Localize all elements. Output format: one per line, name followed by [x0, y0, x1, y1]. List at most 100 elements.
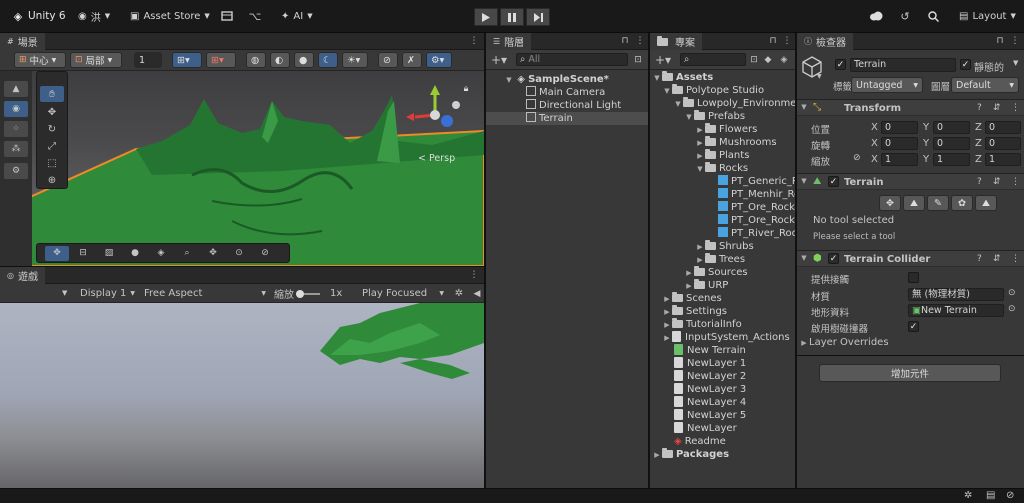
- tab-game[interactable]: ◎ 遊戲: [0, 267, 45, 284]
- terrain-tool-button[interactable]: ▲: [4, 81, 28, 97]
- tree-trees[interactable]: ▶ Trees: [695, 253, 745, 266]
- provides-contacts-checkbox[interactable]: [908, 272, 919, 283]
- filter-type-icon[interactable]: ⊡: [748, 53, 760, 66]
- more-options-icon[interactable]: ⋮: [470, 35, 479, 47]
- panel-divider[interactable]: [0, 266, 484, 267]
- bug-icon[interactable]: ✲: [964, 490, 972, 501]
- scale-z-field[interactable]: 1: [985, 153, 1021, 166]
- check-circle-icon[interactable]: ⊘: [1006, 490, 1014, 501]
- tree-layer[interactable]: NewLayer 4: [674, 396, 746, 409]
- draw-mode-shaded-button[interactable]: ◍: [246, 52, 266, 68]
- tab-scene[interactable]: # 場景: [0, 33, 45, 50]
- tree-tutorialinfo[interactable]: ▶ TutorialInfo: [662, 318, 742, 331]
- tree-layer[interactable]: NewLayer 1: [674, 357, 746, 370]
- tree-rocks[interactable]: ▼ Rocks: [695, 162, 748, 175]
- add-component-button[interactable]: 增加元件: [819, 364, 1001, 382]
- component-menu-icon[interactable]: ⋮: [1011, 177, 1020, 187]
- material-field[interactable]: 無 (物理材質): [908, 288, 1004, 301]
- tag-dropdown[interactable]: Untagged ▼: [851, 77, 923, 93]
- scene-viewport[interactable]: < Persp 🔒︎ ✋︎ ✥ ↻ ⤢ ⬚ ⊕ ✥ ⊟ ▨ ● ◈ ⌕ ✥ ⊙ …: [32, 71, 484, 266]
- tree-new-terrain[interactable]: New Terrain: [674, 344, 746, 357]
- more-options-icon[interactable]: ⋮: [1011, 35, 1020, 47]
- pivot-dropdown[interactable]: ⊞ 中心 ▼: [14, 52, 66, 68]
- tree-mushrooms[interactable]: ▶ Mushrooms: [695, 136, 777, 149]
- filter-icon[interactable]: ⊡: [632, 53, 644, 66]
- component-menu-icon[interactable]: ⋮: [1011, 254, 1020, 264]
- smooth-icon[interactable]: ▨: [97, 246, 121, 261]
- view-tool-button[interactable]: ◉: [4, 101, 28, 117]
- play-button[interactable]: [474, 8, 498, 26]
- rotation-y-field[interactable]: 0: [933, 137, 970, 150]
- transform-header[interactable]: ▼ ⤡ Transform ? ⇵ ⋮: [797, 99, 1024, 116]
- detail-tool-button[interactable]: ⁂: [4, 141, 28, 157]
- paint-details-icon[interactable]: ⛰︎: [975, 195, 997, 211]
- persp-label[interactable]: < Persp: [418, 153, 455, 164]
- tree-flowers[interactable]: ▶ Flowers: [695, 123, 757, 136]
- hierarchy-search-input[interactable]: ⌕ All: [516, 53, 628, 66]
- search-icon[interactable]: [926, 9, 940, 23]
- active-checkbox[interactable]: ✓: [835, 59, 846, 70]
- lock-icon[interactable]: ⊓: [995, 35, 1005, 47]
- version-control-icon[interactable]: ⌥: [248, 10, 262, 23]
- paint-texture-icon[interactable]: ✎: [927, 195, 949, 211]
- move-icon[interactable]: ✥: [201, 246, 225, 261]
- chevron-down-icon[interactable]: ▼: [1013, 59, 1018, 67]
- panel-divider[interactable]: [648, 33, 650, 488]
- help-icon[interactable]: ?: [977, 254, 982, 264]
- asset-store-button[interactable]: ▣ Asset Store ▼: [124, 6, 216, 26]
- position-y-field[interactable]: 0: [933, 121, 970, 134]
- hand-tool-button[interactable]: ✋︎: [40, 86, 64, 102]
- tab-hierarchy[interactable]: ☰ 階層: [486, 33, 532, 50]
- tree-rock-item[interactable]: PT_River_Rock: [718, 227, 795, 240]
- paint-holes-icon[interactable]: ⊟: [71, 246, 95, 261]
- effects-button[interactable]: ☀▾: [342, 52, 368, 68]
- terrain-collider-header[interactable]: ▼ ⬢ ✓ Terrain Collider ? ⇵ ⋮: [797, 250, 1024, 267]
- panel-divider[interactable]: [795, 33, 797, 488]
- rotate-tool-button[interactable]: ↻: [40, 122, 64, 137]
- step-button[interactable]: [526, 8, 550, 26]
- tree-sources[interactable]: ▶ Sources: [684, 266, 748, 279]
- favorite-icon[interactable]: ◈: [778, 53, 790, 66]
- scale-y-field[interactable]: 1: [933, 153, 970, 166]
- filter-label-icon[interactable]: ◆: [762, 53, 774, 66]
- create-neighbor-icon[interactable]: ✥: [879, 195, 901, 211]
- raise-lower-icon[interactable]: ⛰︎: [903, 195, 925, 211]
- fx-toggle-button[interactable]: ✗: [402, 52, 422, 68]
- game-viewport[interactable]: [0, 303, 484, 488]
- more-options-icon[interactable]: ⋮: [783, 35, 792, 47]
- rect-tool-button[interactable]: ⬚: [40, 156, 64, 171]
- display-dropdown[interactable]: Display 1 ▼: [80, 286, 138, 301]
- scene-row[interactable]: ▼ ◈ SampleScene*: [504, 73, 644, 86]
- rotation-x-field[interactable]: 0: [881, 137, 918, 150]
- draw-mode-solid-button[interactable]: ●: [294, 52, 314, 68]
- rotation-z-field[interactable]: 0: [985, 137, 1021, 150]
- tree-assets[interactable]: ▼ Assets: [652, 71, 713, 84]
- scale-tool-button[interactable]: ⤢: [40, 139, 64, 154]
- lighting-toggle-button[interactable]: ☾: [318, 52, 338, 68]
- grid-size-field[interactable]: 1: [134, 52, 162, 68]
- ai-button[interactable]: ✦ AI ▼: [275, 6, 319, 26]
- tree-rock-item[interactable]: PT_Ore_Rock_: [718, 201, 795, 214]
- terrain-enabled-checkbox[interactable]: ✓: [828, 176, 839, 187]
- search-icon[interactable]: ⌕: [175, 246, 199, 261]
- preset-icon[interactable]: ⇵: [993, 177, 1001, 187]
- add-button[interactable]: +▾: [490, 52, 508, 67]
- history-icon[interactable]: ↺: [898, 9, 912, 23]
- component-menu-icon[interactable]: ⋮: [1011, 103, 1020, 113]
- tree-rock-item[interactable]: PT_Ore_Rock_: [718, 214, 795, 227]
- object-picker-icon[interactable]: ⊙: [1008, 288, 1016, 298]
- incremental-snap-button[interactable]: ⊞▾: [206, 52, 236, 68]
- aspect-dropdown[interactable]: Free Aspect ▼: [144, 286, 270, 301]
- space-dropdown[interactable]: ⊡ 局部 ▼: [70, 52, 122, 68]
- account-button[interactable]: ◉ 洪 ▼: [72, 6, 116, 26]
- settings-tool-button[interactable]: ⚙: [4, 163, 28, 179]
- tree-scenes[interactable]: ▶ Scenes: [662, 292, 722, 305]
- static-checkbox[interactable]: ✓: [960, 59, 971, 70]
- circle-brush-icon[interactable]: ●: [123, 246, 147, 261]
- tree-polytope[interactable]: ▼ Polytope Studio: [662, 84, 764, 97]
- tree-layer[interactable]: NewLayer 5: [674, 409, 746, 422]
- chevron-down-icon[interactable]: ▼: [62, 289, 67, 297]
- add-button[interactable]: +▾: [654, 52, 672, 67]
- tree-rock-item[interactable]: PT_Menhir_Ro: [718, 188, 795, 201]
- panel-divider[interactable]: [484, 33, 486, 488]
